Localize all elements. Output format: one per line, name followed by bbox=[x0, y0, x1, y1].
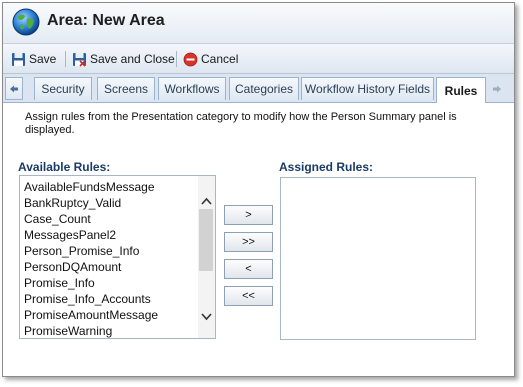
tab-screens[interactable]: Screens bbox=[97, 77, 155, 100]
list-item[interactable]: PromiseWarning bbox=[20, 323, 158, 338]
tab-label: Screens bbox=[103, 82, 149, 96]
chevron-down-icon bbox=[201, 312, 212, 320]
tab-categories[interactable]: Categories bbox=[229, 77, 299, 100]
scroll-tabs-right-button[interactable] bbox=[488, 77, 506, 100]
cancel-icon bbox=[183, 52, 198, 66]
save-close-icon bbox=[73, 52, 86, 67]
save-label: Save bbox=[29, 52, 57, 66]
arrow-left-icon bbox=[10, 85, 18, 92]
globe-icon bbox=[12, 8, 40, 36]
list-item[interactable]: MessagesPanel2 bbox=[20, 227, 158, 243]
list-item[interactable]: PersonDQAmount bbox=[20, 259, 158, 275]
toolbar-divider bbox=[65, 51, 66, 67]
floppy-disk-icon bbox=[12, 52, 25, 66]
toolbar-divider bbox=[176, 51, 177, 67]
save-and-close-label: Save and Close bbox=[90, 52, 175, 66]
assigned-rules-list[interactable] bbox=[280, 177, 476, 340]
cancel-button[interactable]: Cancel bbox=[183, 49, 238, 69]
area-window: Area: New Area Save Save and Close Cance… bbox=[2, 2, 515, 377]
list-item[interactable]: Promise_Info_Accounts bbox=[20, 291, 158, 307]
available-rules-list[interactable]: AvailableFundsMessage BankRuptcy_Valid C… bbox=[19, 175, 216, 339]
cancel-label: Cancel bbox=[201, 52, 239, 66]
list-item[interactable]: BankRuptcy_Valid bbox=[20, 195, 158, 211]
tab-label: Categories bbox=[234, 82, 294, 96]
list-item[interactable]: Case_Count bbox=[20, 211, 158, 227]
available-rules-label: Available Rules: bbox=[18, 160, 111, 174]
toolbar: Save Save and Close Cancel bbox=[3, 44, 514, 74]
assigned-rules-label: Assigned Rules: bbox=[279, 160, 374, 174]
arrow-right-icon bbox=[493, 85, 501, 92]
chevron-up-icon bbox=[201, 197, 212, 205]
tab-label: Security bbox=[41, 82, 85, 96]
add-all-rules-button[interactable]: >> bbox=[224, 232, 273, 252]
scroll-down-button[interactable] bbox=[199, 310, 214, 323]
tab-workflow-history-fields[interactable]: Workflow History Fields bbox=[301, 77, 434, 100]
remove-all-rules-button[interactable]: << bbox=[224, 286, 273, 306]
tab-rules[interactable]: Rules bbox=[436, 77, 486, 103]
scroll-thumb[interactable] bbox=[199, 209, 213, 271]
tab-label: Workflow History Fields bbox=[304, 82, 431, 96]
tab-label: Workflows bbox=[164, 82, 220, 96]
list-item[interactable]: Promise_Info bbox=[20, 275, 158, 291]
tab-security[interactable]: Security bbox=[34, 77, 92, 100]
scroll-up-button[interactable] bbox=[199, 194, 214, 207]
tab-bar: Security Screens Workflows Categories Wo… bbox=[3, 74, 514, 103]
remove-rule-button[interactable]: < bbox=[224, 259, 273, 279]
available-rules-scrollbar[interactable] bbox=[198, 176, 215, 338]
list-item[interactable]: AvailableFundsMessage bbox=[20, 179, 158, 195]
tab-workflows[interactable]: Workflows bbox=[158, 77, 226, 100]
list-item[interactable]: PromiseAmountMessage bbox=[20, 307, 158, 323]
scroll-tabs-left-button[interactable] bbox=[5, 77, 23, 100]
add-rule-button[interactable]: > bbox=[224, 205, 273, 225]
tab-label: Rules bbox=[444, 83, 478, 98]
rules-description: Assign rules from the Presentation categ… bbox=[25, 111, 457, 136]
save-and-close-button[interactable]: Save and Close bbox=[72, 49, 175, 69]
title-bar: Area: New Area bbox=[3, 3, 514, 44]
list-item[interactable]: Person_Promise_Info bbox=[20, 243, 158, 259]
window-title: Area: New Area bbox=[47, 12, 165, 29]
save-button[interactable]: Save bbox=[11, 49, 56, 69]
available-rules-items: AvailableFundsMessage BankRuptcy_Valid C… bbox=[20, 179, 158, 338]
